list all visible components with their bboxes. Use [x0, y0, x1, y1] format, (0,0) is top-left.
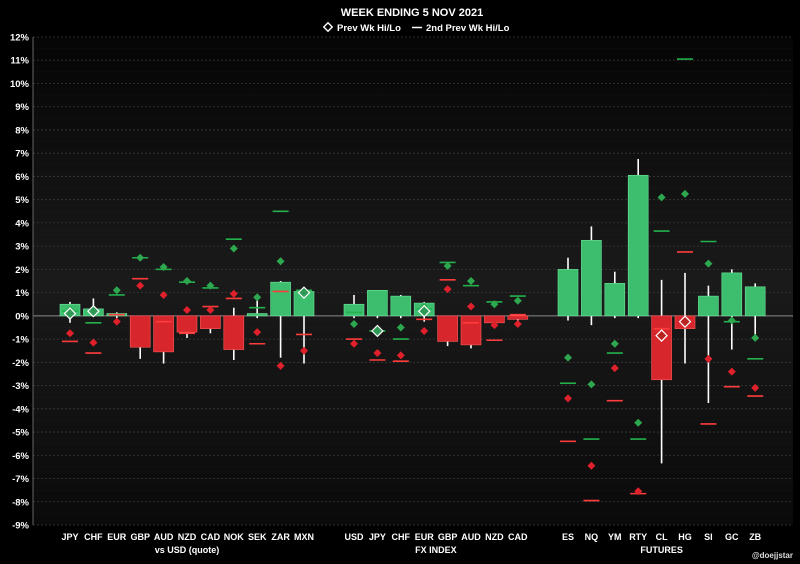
group-label: FUTURES: [640, 545, 683, 555]
x-tick-label: ZB: [749, 532, 761, 542]
chart-title: WEEK ENDING 5 NOV 2021: [341, 7, 483, 19]
bar: [744, 286, 766, 317]
y-tick-label: -4%: [12, 404, 29, 415]
x-tick-label: YM: [608, 532, 622, 542]
y-tick-label: -1%: [12, 335, 29, 346]
x-tick-label: MXN: [294, 532, 314, 542]
y-tick-label: 9%: [15, 102, 29, 113]
y-tick-label: 1%: [15, 288, 29, 299]
x-tick-label: CAD: [201, 532, 221, 542]
y-tick-label: 2%: [15, 265, 29, 276]
bar: [557, 269, 579, 317]
y-tick-label: 6%: [15, 172, 29, 183]
x-tick-label: JPY: [369, 532, 386, 542]
x-tick-label: CHF: [84, 532, 103, 542]
bar: [507, 315, 529, 320]
y-tick-label: 5%: [15, 195, 29, 206]
bar: [460, 315, 482, 346]
x-tick-label: SI: [704, 532, 713, 542]
y-tick-label: 7%: [15, 149, 29, 160]
legend-label-2nd-prev-week: 2nd Prev Wk Hi/Lo: [426, 23, 510, 34]
y-tick-label: -9%: [12, 521, 29, 532]
x-tick-label: GC: [725, 532, 739, 542]
bar: [581, 240, 602, 317]
x-tick-label: USD: [344, 532, 364, 542]
x-tick-label: RTY: [629, 532, 647, 542]
y-tick-label: 4%: [15, 218, 29, 229]
x-tick-label: ES: [562, 532, 574, 542]
bar: [651, 315, 672, 381]
bar: [721, 272, 743, 317]
bar: [270, 281, 291, 317]
x-tick-label: NOK: [224, 532, 245, 542]
y-tick-label: 3%: [15, 242, 29, 253]
x-tick-label: JPY: [61, 532, 78, 542]
x-tick-label: NZD: [485, 532, 504, 542]
group-label: FX INDEX: [415, 545, 457, 555]
x-tick-label: NQ: [585, 532, 599, 542]
x-tick-label: EUR: [107, 532, 127, 542]
y-tick-label: -2%: [12, 358, 29, 369]
x-tick-label: AUD: [154, 532, 174, 542]
x-tick-label: AUD: [461, 532, 481, 542]
y-tick-label: -8%: [12, 497, 29, 508]
y-tick-label: 11%: [11, 56, 30, 67]
bar: [246, 313, 268, 317]
chart-svg: 12% 11% 10% 9% 8% 7% 6% 5% 4% 3% 2% 1% 0% -1% -2% -3% -4…: [0, 0, 800, 564]
y-tick-label: -7%: [12, 474, 29, 485]
watermark: @doejjstar: [752, 551, 793, 560]
bar: [627, 174, 649, 317]
bar: [129, 315, 151, 348]
x-tick-label: CL: [656, 532, 668, 542]
x-tick-label: GBP: [438, 532, 458, 542]
bar: [390, 295, 412, 317]
y-tick-label: 8%: [15, 125, 29, 136]
bar: [176, 315, 198, 333]
x-tick-label: GBP: [130, 532, 150, 542]
y-tick-label: 0%: [15, 311, 29, 322]
x-tick-label: CHF: [392, 532, 411, 542]
x-tick-label: EUR: [415, 532, 435, 542]
bar: [698, 295, 719, 317]
x-tick-label: CAD: [508, 532, 528, 542]
y-tick-label: -6%: [12, 451, 29, 462]
legend-label-prev-week: Prev Wk Hi/Lo: [337, 23, 401, 34]
bar: [437, 315, 458, 342]
y-tick-label: 10%: [10, 79, 30, 90]
x-tick-label: HG: [678, 532, 692, 542]
group-label: vs USD (quote): [155, 545, 220, 555]
bar: [343, 303, 365, 317]
bar: [223, 315, 245, 350]
x-tick-label: ZAR: [271, 532, 290, 542]
x-tick-label: NZD: [178, 532, 197, 542]
bar: [604, 283, 626, 317]
y-tick-label: 12%: [10, 33, 30, 44]
y-tick-label: -5%: [12, 428, 29, 439]
bar: [200, 315, 221, 329]
bar: [367, 289, 388, 317]
x-tick-label: SEK: [248, 532, 267, 542]
y-tick-label: -3%: [12, 381, 29, 392]
